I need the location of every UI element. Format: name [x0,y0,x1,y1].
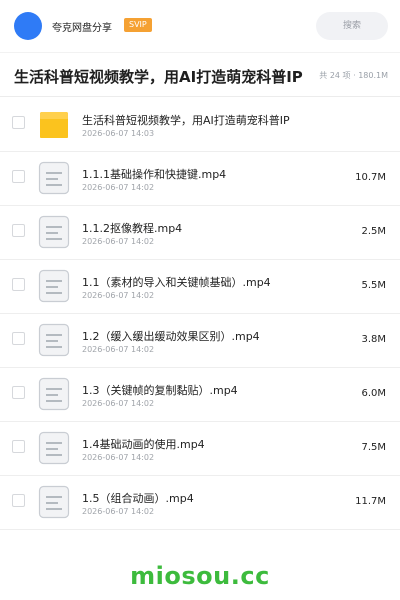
file-name: 1.1.1基础操作和快捷键.mp4 [82,168,227,181]
file-name: 1.5（组合动画）.mp4 [82,492,194,505]
row-checkbox[interactable] [12,494,25,507]
file-date: 2026-06-07 14:02 [82,345,155,354]
file-row[interactable]: 1.1.1基础操作和快捷键.mp4 2026-06-07 14:02 10.7M [0,152,400,206]
search-input[interactable]: 搜索 [316,12,388,40]
file-row[interactable]: 1.1.2抠像教程.mp4 2026-06-07 14:02 2.5M [0,206,400,260]
file-name: 1.1.2抠像教程.mp4 [82,222,183,235]
share-owner-name: 夸克网盘分享 [52,23,112,34]
file-size: 10.7M [355,172,386,183]
folder-icon [38,107,70,141]
folder-header: 生活科普短视频教学，用AI打造萌宠科普IP 共 24 项 · 180.1M [0,60,400,94]
file-size: 5.5M [361,280,386,291]
divider [0,96,400,97]
file-size: 7.5M [361,442,386,453]
file-name: 1.2（缓入缓出缓动效果区别）.mp4 [82,330,260,343]
watermark-text: miosou.cc [130,562,270,590]
folder-meta: 共 24 项 · 180.1M [319,71,388,80]
row-checkbox[interactable] [12,116,25,129]
file-date: 2026-06-07 14:02 [82,453,155,462]
file-date: 2026-06-07 14:02 [82,291,155,300]
row-checkbox[interactable] [12,170,25,183]
file-date: 2026-06-07 14:02 [82,237,155,246]
row-checkbox[interactable] [12,278,25,291]
file-icon [38,431,70,465]
file-name: 生活科普短视频教学，用AI打造萌宠科普IP [82,114,290,127]
top-bar: 夸克网盘分享 SVIP 搜索 [0,0,400,52]
file-name: 1.3（关键帧的复制黏贴）.mp4 [82,384,238,397]
divider [0,52,400,53]
file-size: 11.7M [355,496,386,507]
row-checkbox[interactable] [12,332,25,345]
file-icon [38,323,70,357]
row-checkbox[interactable] [12,440,25,453]
file-size: 6.0M [361,388,386,399]
file-icon [38,485,70,519]
file-list: 生活科普短视频教学，用AI打造萌宠科普IP 2026-06-07 14:03 1.1… [0,98,400,530]
file-row[interactable]: 1.2（缓入缓出缓动效果区别）.mp4 2026-06-07 14:02 3.8M [0,314,400,368]
file-date: 2026-06-07 14:02 [82,183,155,192]
file-date: 2026-06-07 14:02 [82,399,155,408]
file-row[interactable]: 1.3（关键帧的复制黏贴）.mp4 2026-06-07 14:02 6.0M [0,368,400,422]
folder-row[interactable]: 生活科普短视频教学，用AI打造萌宠科普IP 2026-06-07 14:03 [0,98,400,152]
row-checkbox[interactable] [12,224,25,237]
file-icon [38,377,70,411]
file-icon [38,161,70,195]
file-date: 2026-06-07 14:02 [82,507,155,516]
page-title: 生活科普短视频教学，用AI打造萌宠科普IP [14,68,303,86]
row-checkbox[interactable] [12,386,25,399]
file-date: 2026-06-07 14:03 [82,129,155,138]
svip-badge: SVIP [124,18,152,32]
file-row[interactable]: 1.1（素材的导入和关键帧基础）.mp4 2026-06-07 14:02 5.5M [0,260,400,314]
file-name: 1.1（素材的导入和关键帧基础）.mp4 [82,276,271,289]
file-size: 3.8M [361,334,386,345]
file-icon [38,269,70,303]
file-row[interactable]: 1.4基础动画的使用.mp4 2026-06-07 14:02 7.5M [0,422,400,476]
file-name: 1.4基础动画的使用.mp4 [82,438,205,451]
footer: miosou.cc [0,556,400,600]
file-icon [38,215,70,249]
avatar[interactable] [14,12,42,40]
file-size: 2.5M [361,226,386,237]
file-row[interactable]: 1.5（组合动画）.mp4 2026-06-07 14:02 11.7M [0,476,400,530]
